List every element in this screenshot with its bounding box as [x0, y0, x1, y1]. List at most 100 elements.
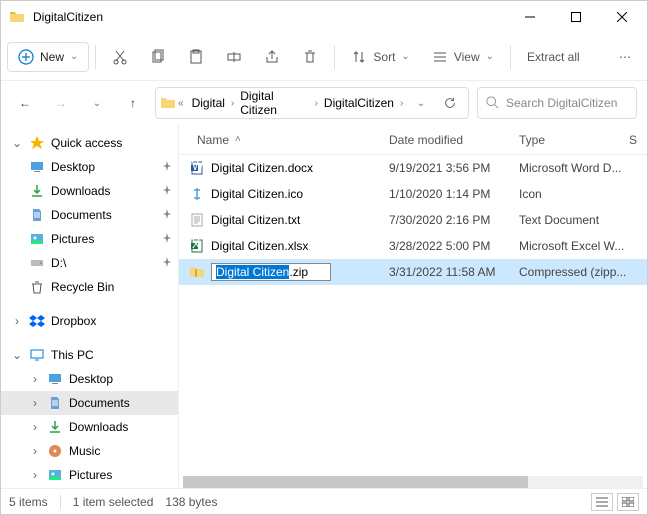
sidebar-this-pc[interactable]: ⌄ This PC	[1, 343, 178, 367]
refresh-button[interactable]	[437, 89, 464, 117]
chevron-right-icon[interactable]: ›	[11, 314, 23, 328]
address-bar[interactable]: « Digital›Digital Citizen›DigitalCitizen…	[155, 87, 469, 119]
col-size[interactable]: S	[629, 133, 647, 147]
file-row-renaming[interactable]: Digital Citizen.zip 3/31/2022 11:58 AMCom…	[179, 259, 647, 285]
chevron-right-icon[interactable]: ›	[29, 468, 41, 482]
pin-icon	[162, 232, 172, 246]
pin-icon	[162, 184, 172, 198]
sidebar-item-label: Desktop	[51, 160, 95, 174]
maximize-button[interactable]	[553, 1, 599, 33]
sidebar-item-label: Recycle Bin	[51, 280, 114, 294]
col-name[interactable]: Name˄	[179, 133, 389, 147]
view-button[interactable]: View ⌄	[422, 43, 504, 71]
up-button[interactable]: ↑	[119, 89, 147, 117]
sidebar-item[interactable]: D:\	[1, 251, 178, 275]
pictures-icon	[47, 467, 63, 483]
column-headers: Name˄ Date modified Type S	[179, 125, 647, 155]
share-button[interactable]	[254, 43, 290, 71]
toolbar: New ⌄ Sort ⌄ View ⌄ Extract all ⋯	[1, 33, 647, 81]
sidebar-item[interactable]: Pictures	[1, 227, 178, 251]
more-button[interactable]: ⋯	[609, 44, 641, 70]
sidebar-item[interactable]: Desktop	[1, 155, 178, 179]
address-dropdown[interactable]: ⌄	[407, 89, 434, 117]
rename-button[interactable]	[216, 43, 252, 71]
ico-icon	[189, 186, 205, 202]
minimize-button[interactable]	[507, 1, 553, 33]
status-selection: 1 item selected	[73, 495, 154, 509]
dropbox-label: Dropbox	[51, 314, 96, 328]
chevron-down-icon[interactable]: ⌄	[11, 136, 23, 150]
file-row[interactable]: Digital Citizen.ico1/10/2020 1:14 PMIcon	[179, 181, 647, 207]
paste-button[interactable]	[178, 43, 214, 71]
drive-icon	[29, 255, 45, 271]
horizontal-scrollbar[interactable]	[183, 476, 643, 488]
new-button[interactable]: New ⌄	[7, 42, 89, 72]
chevron-right-icon[interactable]: ›	[29, 396, 41, 410]
details-view-button[interactable]	[591, 493, 613, 511]
file-row[interactable]: Digital Citizen.txt7/30/2020 2:16 PMText…	[179, 207, 647, 233]
downloads-icon	[29, 183, 45, 199]
file-type: Microsoft Word D...	[519, 161, 629, 175]
chevron-right-icon[interactable]: ›	[29, 444, 41, 458]
col-date[interactable]: Date modified	[389, 133, 519, 147]
chevron-down-icon: ⌄	[70, 51, 78, 62]
sidebar-dropbox[interactable]: › Dropbox	[1, 309, 178, 333]
thumbnails-view-button[interactable]	[617, 493, 639, 511]
chevron-down-icon[interactable]: ⌄	[11, 348, 23, 362]
chevron-right-icon[interactable]: ›	[400, 98, 403, 109]
status-size: 138 bytes	[165, 495, 217, 509]
documents-icon	[29, 207, 45, 223]
file-type: Microsoft Excel W...	[519, 239, 629, 253]
file-type: Icon	[519, 187, 629, 201]
downloads-icon	[47, 419, 63, 435]
breadcrumb-item[interactable]: Digital Citizen	[234, 85, 314, 121]
file-type: Compressed (zipp...	[519, 265, 629, 279]
chevron-right-icon[interactable]: ›	[29, 372, 41, 386]
col-type[interactable]: Type	[519, 133, 629, 147]
file-date: 3/31/2022 11:58 AM	[389, 265, 519, 279]
sidebar-item[interactable]: Documents	[1, 203, 178, 227]
file-date: 7/30/2020 2:16 PM	[389, 213, 519, 227]
new-label: New	[40, 50, 64, 64]
pictures-icon	[29, 231, 45, 247]
back-button[interactable]: ←	[11, 89, 39, 117]
file-date: 9/19/2021 3:56 PM	[389, 161, 519, 175]
file-type: Text Document	[519, 213, 629, 227]
file-row[interactable]: WDigital Citizen.docx9/19/2021 3:56 PMMi…	[179, 155, 647, 181]
search-input[interactable]: Search DigitalCitizen	[477, 87, 637, 119]
file-row[interactable]: XDigital Citizen.xlsx3/28/2022 5:00 PMMi…	[179, 233, 647, 259]
chevron-right-icon[interactable]: ›	[29, 420, 41, 434]
search-icon	[486, 96, 500, 110]
sidebar-item[interactable]: ›Music	[1, 439, 178, 463]
svg-text:W: W	[192, 160, 204, 173]
sidebar-item[interactable]: ›Downloads	[1, 415, 178, 439]
file-name: Digital Citizen.xlsx	[211, 239, 308, 253]
extract-all-button[interactable]: Extract all	[517, 44, 590, 70]
sidebar-item[interactable]: ›Pictures	[1, 463, 178, 487]
cut-button[interactable]	[102, 43, 138, 71]
breadcrumb-item[interactable]: Digital	[186, 92, 231, 114]
this-pc-label: This PC	[51, 348, 94, 362]
folder-icon	[9, 9, 25, 25]
rename-input[interactable]: Digital Citizen.zip	[211, 263, 331, 281]
copy-button[interactable]	[140, 43, 176, 71]
sidebar-item-label: Pictures	[51, 232, 94, 246]
sort-label: Sort	[373, 50, 395, 64]
sidebar-item[interactable]: Recycle Bin	[1, 275, 178, 299]
forward-button[interactable]: →	[47, 89, 75, 117]
status-bar: 5 items 1 item selected 138 bytes	[1, 488, 647, 514]
delete-button[interactable]	[292, 43, 328, 71]
zip-icon	[189, 264, 205, 280]
sidebar-quick-access[interactable]: ⌄ Quick access	[1, 131, 178, 155]
chevron-right-icon: «	[178, 98, 184, 109]
sidebar-item[interactable]: Downloads	[1, 179, 178, 203]
breadcrumb-item[interactable]: DigitalCitizen	[318, 92, 400, 114]
sidebar-item-label: Downloads	[51, 184, 110, 198]
recent-button[interactable]: ⌄	[83, 89, 111, 117]
sidebar-item[interactable]: ›Documents	[1, 391, 178, 415]
sort-button[interactable]: Sort ⌄	[341, 43, 419, 71]
extract-label: Extract all	[527, 50, 580, 64]
close-button[interactable]	[599, 1, 645, 33]
sidebar-item[interactable]: ›Desktop	[1, 367, 178, 391]
status-count: 5 items	[9, 495, 48, 509]
